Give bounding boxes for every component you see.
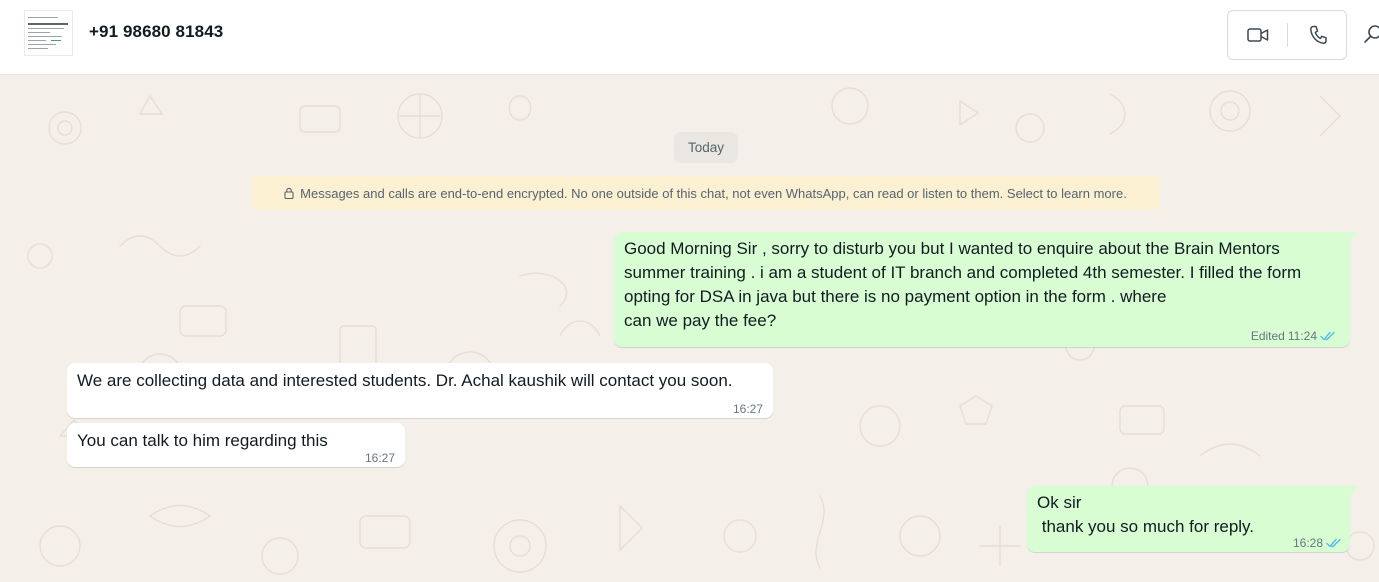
date-separator: Today bbox=[674, 132, 738, 163]
message-bubble-outgoing[interactable]: Good Morning Sir , sorry to disturb you … bbox=[614, 232, 1358, 348]
lock-icon bbox=[284, 187, 294, 199]
message-time: 11:24 bbox=[1287, 329, 1317, 343]
message-meta: 16:28 bbox=[1293, 531, 1342, 555]
message-time: 16:27 bbox=[364, 451, 395, 465]
double-check-icon bbox=[1326, 538, 1341, 548]
message-text: Ok sir thank you so much for reply. bbox=[1037, 493, 1255, 536]
phone-icon bbox=[1309, 25, 1327, 44]
call-button-group bbox=[1227, 10, 1347, 60]
message-meta: Edited 11:24 bbox=[1251, 324, 1336, 348]
encryption-notice-text: Messages and calls are end-to-end encryp… bbox=[300, 185, 1127, 201]
bubble-tail bbox=[1350, 486, 1358, 496]
double-check-icon bbox=[1320, 331, 1335, 341]
bubble-tail bbox=[1350, 232, 1358, 242]
voice-call-button[interactable] bbox=[1288, 11, 1347, 59]
video-camera-icon bbox=[1246, 28, 1268, 42]
search-button[interactable] bbox=[1362, 22, 1379, 48]
message-meta: 16:27 bbox=[733, 397, 763, 421]
message-bubble-incoming[interactable]: You can talk to him regarding this 16:27 bbox=[67, 423, 405, 467]
message-bubble-outgoing[interactable]: Ok sir thank you so much for reply. 16:2… bbox=[1027, 486, 1358, 555]
chat-header: +91 98680 81843 bbox=[0, 0, 1379, 75]
message-text: You can talk to him regarding this bbox=[77, 431, 328, 450]
contact-name[interactable]: +91 98680 81843 bbox=[89, 22, 223, 42]
avatar[interactable] bbox=[24, 10, 73, 56]
chat-area[interactable]: Today Messages and calls are end-to-end … bbox=[0, 76, 1379, 582]
message-time: 16:27 bbox=[732, 402, 763, 416]
message-text: We are collecting data and interested st… bbox=[77, 371, 733, 390]
encryption-notice[interactable]: Messages and calls are end-to-end encryp… bbox=[251, 176, 1160, 210]
message-bubble-incoming[interactable]: We are collecting data and interested st… bbox=[67, 363, 773, 418]
search-icon bbox=[1364, 25, 1379, 43]
message-meta: 16:27 bbox=[365, 446, 395, 470]
message-time: 16:28 bbox=[1292, 536, 1323, 550]
video-call-button[interactable] bbox=[1228, 11, 1287, 59]
edited-label: Edited bbox=[1250, 329, 1285, 343]
message-text: Good Morning Sir , sorry to disturb you … bbox=[624, 239, 1302, 330]
